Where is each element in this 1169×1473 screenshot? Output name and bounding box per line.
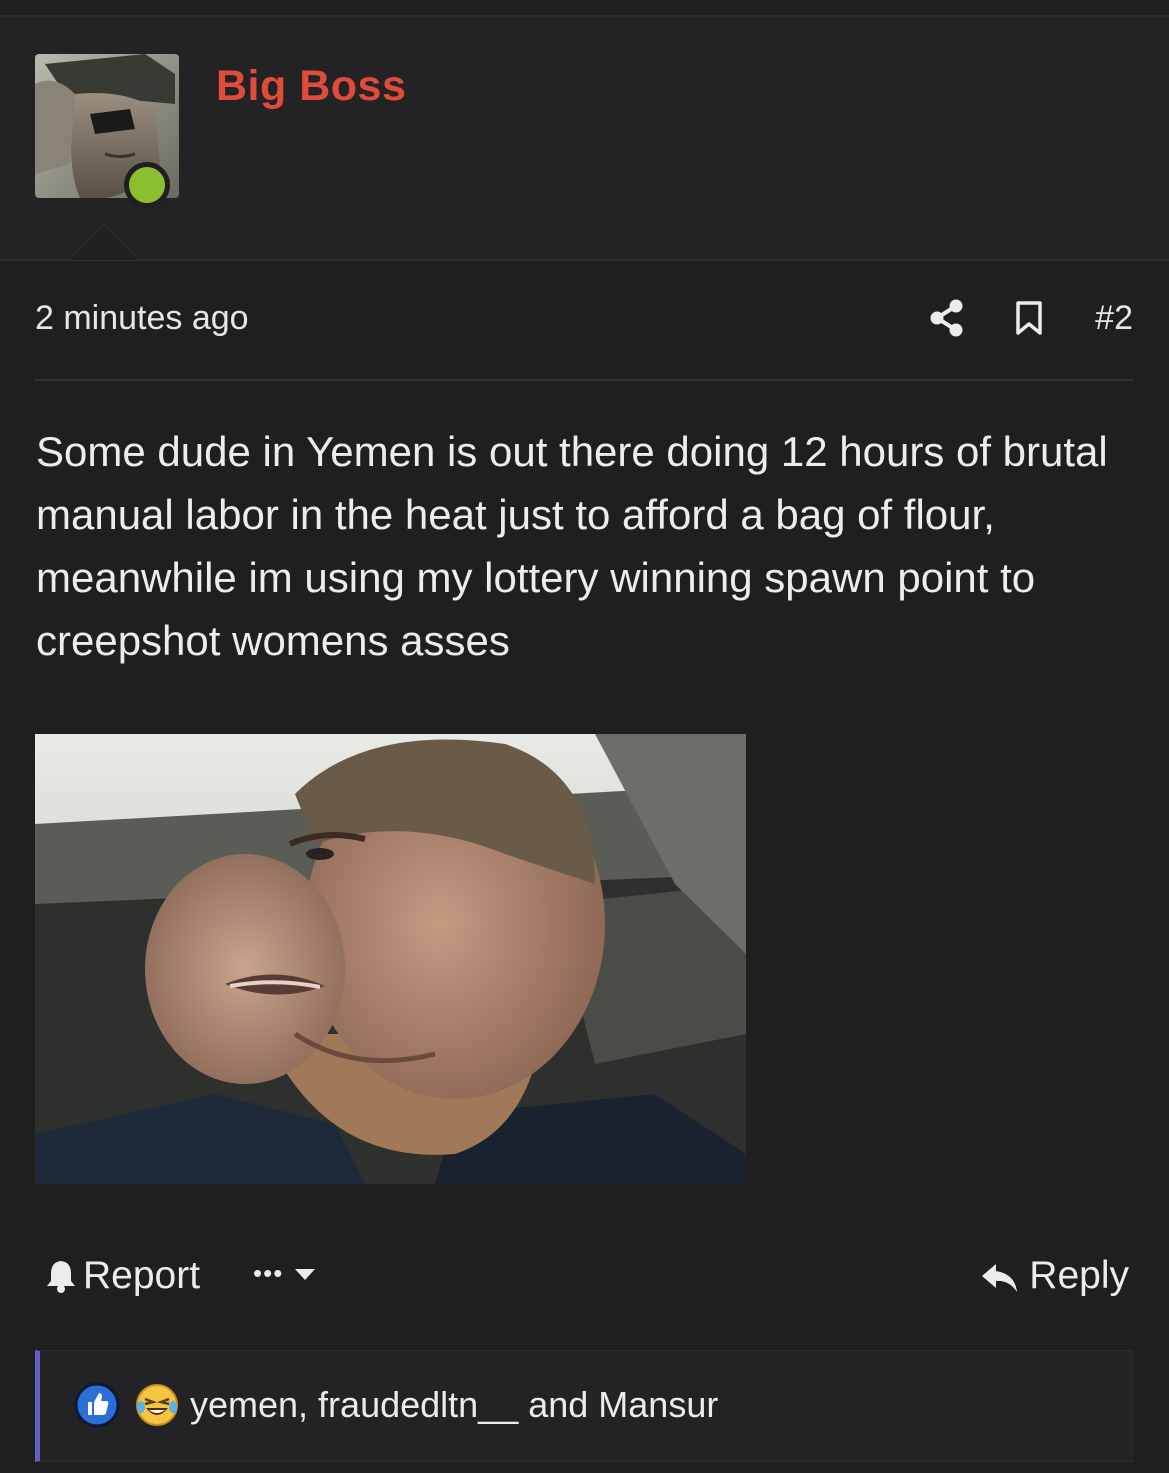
report-label: Report (83, 1254, 201, 1297)
report-button[interactable]: Report (45, 1254, 200, 1298)
post-actions: Report ••• Reply (35, 1250, 1133, 1300)
reactions-bar[interactable]: yemen, fraudedltn__ and Mansur (35, 1350, 1133, 1462)
post-number-link[interactable]: #2 (1095, 299, 1133, 338)
meta-divider (35, 379, 1133, 381)
post-image[interactable] (35, 734, 746, 1184)
more-label: ••• (253, 1258, 284, 1288)
reply-button[interactable]: Reply (981, 1254, 1129, 1298)
laugh-cry-icon[interactable] (134, 1382, 180, 1428)
reaction-users-list[interactable]: yemen, fraudedltn__ and Mansur (190, 1384, 718, 1426)
like-icon[interactable] (74, 1382, 120, 1428)
chevron-down-icon (293, 1266, 317, 1282)
post-timestamp[interactable]: 2 minutes ago (35, 299, 249, 338)
bookmark-icon[interactable] (1015, 300, 1043, 336)
header-pointer (70, 226, 138, 260)
post-meta: 2 minutes ago #2 (35, 295, 1133, 345)
post-body: Some dude in Yemen is out there doing 12… (36, 428, 1108, 664)
share-icon[interactable] (930, 299, 964, 337)
more-options-button[interactable]: ••• (253, 1258, 317, 1289)
online-status-dot (124, 162, 170, 208)
reply-label: Reply (1029, 1254, 1129, 1297)
reply-arrow-icon (981, 1260, 1019, 1292)
author-name[interactable]: Big Boss (216, 62, 406, 111)
bell-icon (45, 1258, 77, 1294)
